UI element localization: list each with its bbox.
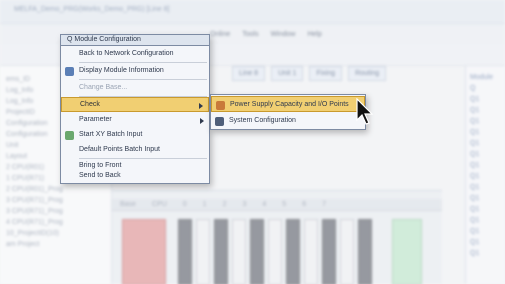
tab-unit[interactable]: Unit 1 bbox=[271, 66, 304, 81]
tab-line[interactable]: Line 8 bbox=[232, 66, 266, 81]
menu-item-label: Start XY Batch Input bbox=[79, 131, 143, 138]
menu-item-label: Check bbox=[80, 101, 100, 108]
module-slot[interactable] bbox=[250, 219, 264, 284]
module-list-item[interactable]: Q1 bbox=[470, 215, 501, 226]
submenu-item-system-configuration[interactable]: System Configuration bbox=[211, 113, 365, 129]
tab-fixing[interactable]: Fixing bbox=[309, 66, 343, 81]
context-menu: Q Module Configuration Back to Network C… bbox=[60, 34, 210, 184]
menu-item-label: Bring to Front bbox=[79, 162, 122, 169]
menu-item-back-to-network[interactable]: Back to Network Configuration bbox=[61, 47, 209, 62]
menu-separator bbox=[79, 79, 207, 80]
module-list-item[interactable]: Q1 bbox=[470, 171, 501, 182]
menu-item-label: Send to Back bbox=[79, 172, 121, 179]
tree-item[interactable]: 3 CPU(R71)_Prog bbox=[6, 195, 105, 206]
menu-item-label: Change Base... bbox=[79, 84, 128, 91]
module-list-item[interactable]: Q1 bbox=[470, 116, 501, 127]
grid-col-header: 7 bbox=[322, 201, 326, 208]
grid-col-header: 2 bbox=[222, 201, 227, 208]
module-list-item[interactable]: Q1 bbox=[470, 149, 501, 160]
tree-item[interactable]: 10_ProjectID(10) bbox=[6, 228, 105, 239]
module-list-item[interactable]: Q1 bbox=[470, 94, 501, 105]
module-list-item[interactable]: Q1 bbox=[470, 204, 501, 215]
submenu-arrow-icon bbox=[199, 103, 203, 109]
menu-item-label: Back to Network Configuration bbox=[79, 50, 174, 57]
module-configuration-grid[interactable]: Base CPU 0 1 2 3 4 5 6 7 bbox=[112, 190, 442, 284]
system-config-icon bbox=[215, 117, 224, 126]
tab-routing[interactable]: Routing bbox=[348, 66, 387, 81]
menu-item-display-module-info[interactable]: Display Module Information bbox=[61, 64, 209, 79]
module-list-item[interactable]: Module bbox=[470, 72, 501, 83]
menu-separator bbox=[79, 62, 207, 63]
tree-item[interactable]: 3 CPU(R71)_Prog bbox=[6, 206, 105, 217]
module-slot[interactable] bbox=[232, 219, 246, 284]
module-list-item[interactable]: Q1 bbox=[470, 160, 501, 171]
menu-item-check[interactable]: Check bbox=[61, 97, 209, 112]
submenu-item-power-supply-capacity[interactable]: Power Supply Capacity and I/O Points bbox=[211, 96, 365, 112]
module-list-item[interactable]: Q1 bbox=[470, 193, 501, 204]
module-slot[interactable] bbox=[286, 219, 300, 284]
power-supply-icon bbox=[216, 101, 225, 110]
power-supply-slot[interactable] bbox=[122, 219, 166, 284]
grid-col-header: 5 bbox=[282, 201, 287, 208]
menu-item-start-xy-batch-input[interactable]: Start XY Batch Input bbox=[61, 128, 209, 143]
window-title: MELFA_Demo_PRG(Works_Demo_PRG) [Line 8] bbox=[14, 6, 170, 13]
module-slot[interactable] bbox=[392, 219, 422, 284]
batch-input-icon bbox=[65, 131, 74, 140]
window-title-bar: MELFA_Demo_PRG(Works_Demo_PRG) [Line 8] bbox=[0, 0, 505, 24]
menu-item-default-points-batch-input[interactable]: Default Points Batch Input bbox=[61, 143, 209, 158]
tree-item[interactable]: am Project bbox=[6, 239, 105, 250]
menu-online[interactable]: Online bbox=[210, 31, 230, 38]
module-list-item[interactable]: Q1 bbox=[470, 237, 501, 248]
module-list-item[interactable]: Q bbox=[470, 83, 501, 94]
menu-item-label: Display Module Information bbox=[79, 67, 164, 74]
grid-col-header: 3 bbox=[242, 201, 247, 208]
menu-help[interactable]: Help bbox=[307, 31, 321, 38]
grid-col-header: CPU bbox=[151, 201, 167, 208]
menu-item-label: System Configuration bbox=[229, 117, 296, 124]
module-list-item[interactable]: Q1 bbox=[470, 127, 501, 138]
module-list-item[interactable]: Q1 bbox=[470, 138, 501, 149]
grid-header: Base CPU 0 1 2 3 4 5 6 7 bbox=[112, 199, 442, 211]
module-slot[interactable] bbox=[178, 219, 192, 284]
grid-col-header: 0 bbox=[182, 201, 187, 208]
grid-col-header: 6 bbox=[302, 201, 307, 208]
menu-item-send-to-back[interactable]: Send to Back bbox=[61, 171, 209, 184]
menu-item-label: Power Supply Capacity and I/O Points bbox=[230, 101, 349, 108]
module-slot[interactable] bbox=[322, 219, 336, 284]
menu-window[interactable]: Window bbox=[271, 31, 296, 38]
module-info-icon bbox=[65, 67, 74, 76]
module-slot[interactable] bbox=[214, 219, 228, 284]
module-slot[interactable] bbox=[196, 219, 210, 284]
grid-col-header: Base bbox=[120, 201, 136, 208]
module-slot[interactable] bbox=[304, 219, 318, 284]
module-list-pane: Module Q Q1 Q1 Q1 Q1 Q1 Q1 Q1 Q1 Q1 Q1 Q… bbox=[465, 66, 505, 284]
menu-item-change-base[interactable]: Change Base... bbox=[61, 81, 209, 96]
module-list-item[interactable]: Q1 bbox=[470, 105, 501, 116]
module-list-item[interactable]: Q1 bbox=[470, 182, 501, 193]
tree-item[interactable]: 4 CPU(R71)_Prog bbox=[6, 217, 105, 228]
mouse-pointer-icon bbox=[356, 98, 374, 125]
menu-tools[interactable]: Tools bbox=[242, 31, 258, 38]
module-list-item[interactable]: Q1 bbox=[470, 248, 501, 259]
module-slot[interactable] bbox=[268, 219, 282, 284]
context-menu-title: Q Module Configuration bbox=[60, 34, 210, 46]
menu-item-parameter[interactable]: Parameter bbox=[61, 113, 209, 128]
menu-item-label: Parameter bbox=[79, 116, 112, 123]
grid-col-header: 1 bbox=[202, 201, 207, 208]
check-submenu: Power Supply Capacity and I/O Points Sys… bbox=[210, 94, 366, 130]
submenu-arrow-icon bbox=[200, 118, 204, 124]
tree-item[interactable]: 2 CPU(R01)_Prog bbox=[6, 184, 105, 195]
grid-col-header: 4 bbox=[262, 201, 267, 208]
module-list-item[interactable]: Q1 bbox=[470, 226, 501, 237]
toolbar-tabs: Line 8 Unit 1 Fixing Routing bbox=[232, 66, 387, 81]
module-slot[interactable] bbox=[340, 219, 354, 284]
menu-item-label: Default Points Batch Input bbox=[79, 146, 160, 153]
module-slot[interactable] bbox=[358, 219, 372, 284]
